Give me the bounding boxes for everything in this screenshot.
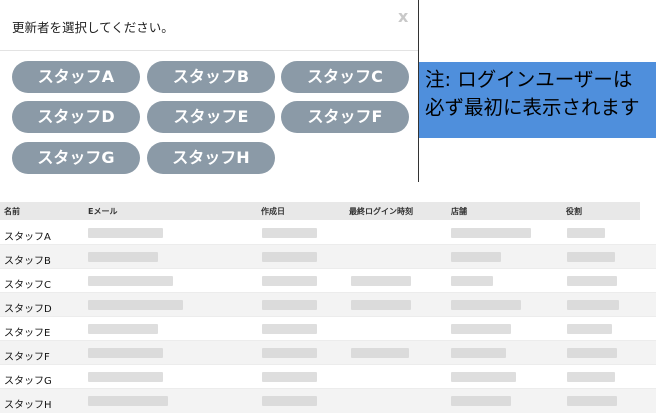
redacted-role <box>567 228 605 238</box>
redacted-created <box>262 252 317 262</box>
row-staff-name: スタッフD <box>4 304 52 315</box>
redacted-created <box>262 228 317 238</box>
column-header-email[interactable]: Eメール <box>88 206 117 217</box>
row-staff-name: スタッフC <box>4 280 51 291</box>
staff-button-e[interactable]: スタッフE <box>147 101 275 133</box>
staff-select-modal: 更新者を選択してください。 x スタッフA スタッフB スタッフC スタッフD … <box>0 0 418 182</box>
row-staff-name: スタッフA <box>4 232 51 243</box>
staff-table: 名前 Eメール 作成日 最終ログイン時刻 店舗 役割 スタッフA スタッフB ス… <box>0 202 656 413</box>
redacted-store <box>451 348 506 358</box>
redacted-store <box>451 324 511 334</box>
note-line-1: 注: ログインユーザーは <box>425 68 633 91</box>
redacted-last-login <box>351 348 409 358</box>
row-staff-name: スタッフF <box>4 352 50 363</box>
annotation-note: 注: ログインユーザーは 必ず最初に表示されます <box>419 62 656 138</box>
redacted-email <box>88 276 173 286</box>
column-header-store[interactable]: 店舗 <box>451 206 467 217</box>
redacted-store <box>451 252 501 262</box>
column-header-name[interactable]: 名前 <box>4 206 20 217</box>
redacted-last-login <box>351 276 411 286</box>
table-row[interactable]: スタッフF <box>0 341 656 365</box>
redacted-store <box>451 300 521 310</box>
column-header-last-login[interactable]: 最終ログイン時刻 <box>349 206 413 217</box>
column-header-created[interactable]: 作成日 <box>261 206 285 217</box>
table-row[interactable]: スタッフA <box>0 221 656 245</box>
redacted-email <box>88 300 183 310</box>
modal-divider <box>0 50 418 51</box>
redacted-role <box>567 300 619 310</box>
row-staff-name: スタッフB <box>4 256 51 267</box>
redacted-role <box>567 276 617 286</box>
table-row[interactable]: スタッフB <box>0 245 656 269</box>
staff-button-d[interactable]: スタッフD <box>12 101 140 133</box>
redacted-role <box>567 396 617 406</box>
note-line-2: 必ず最初に表示されます <box>425 96 640 119</box>
redacted-store <box>451 228 531 238</box>
redacted-email <box>88 324 158 334</box>
staff-button-a[interactable]: スタッフA <box>12 61 140 93</box>
table-row[interactable]: スタッフC <box>0 269 656 293</box>
redacted-store <box>451 372 516 382</box>
staff-button-f[interactable]: スタッフF <box>281 101 409 133</box>
redacted-email <box>88 348 163 358</box>
redacted-created <box>262 396 317 406</box>
redacted-email <box>88 228 163 238</box>
modal-title: 更新者を選択してください。 <box>12 20 174 35</box>
redacted-created <box>262 372 317 382</box>
redacted-store <box>451 276 493 286</box>
close-icon[interactable]: x <box>398 7 408 26</box>
staff-button-h[interactable]: スタッフH <box>147 142 275 174</box>
table-row[interactable]: スタッフE <box>0 317 656 341</box>
row-staff-name: スタッフG <box>4 376 52 387</box>
redacted-email <box>88 252 158 262</box>
redacted-last-login <box>351 300 411 310</box>
redacted-created <box>262 276 317 286</box>
redacted-role <box>567 348 617 358</box>
redacted-role <box>567 252 615 262</box>
table-header: 名前 Eメール 作成日 最終ログイン時刻 店舗 役割 <box>0 202 640 220</box>
redacted-store <box>451 396 511 406</box>
row-staff-name: スタッフH <box>4 400 52 411</box>
table-row[interactable]: スタッフD <box>0 293 656 317</box>
staff-button-b[interactable]: スタッフB <box>147 61 275 93</box>
column-header-role[interactable]: 役割 <box>566 206 582 217</box>
row-staff-name: スタッフE <box>4 328 51 339</box>
redacted-role <box>567 324 612 334</box>
redacted-role <box>567 372 615 382</box>
redacted-created <box>262 300 317 310</box>
staff-button-c[interactable]: スタッフC <box>281 61 409 93</box>
table-row[interactable]: スタッフH <box>0 389 656 413</box>
redacted-created <box>262 324 317 334</box>
staff-button-g[interactable]: スタッフG <box>12 142 140 174</box>
redacted-email <box>88 372 163 382</box>
table-row[interactable]: スタッフG <box>0 365 656 389</box>
redacted-created <box>262 348 317 358</box>
redacted-email <box>88 396 168 406</box>
